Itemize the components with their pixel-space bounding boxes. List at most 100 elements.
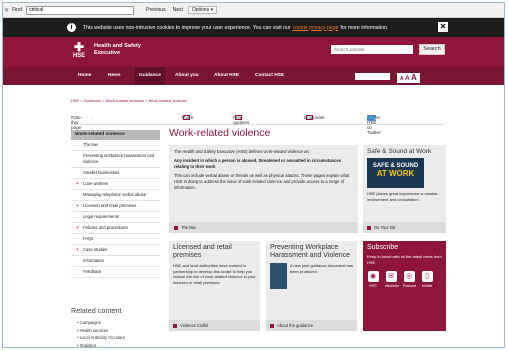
nav-guidance[interactable]: Guidance: [135, 67, 165, 85]
bookmark-icon: [306, 115, 313, 120]
options-label: Options: [191, 7, 210, 13]
rss-icon: [235, 115, 242, 120]
browser-frame: ✕ Find: Previous Next Options ▾ i This w…: [2, 2, 505, 348]
rss-label: RSS: [369, 284, 377, 288]
find-bar: ✕ Find: Previous Next Options ▾: [3, 3, 504, 18]
rss-icon: ◉: [367, 271, 379, 282]
do-your-bit-link[interactable]: Do Your Bit: [363, 222, 446, 233]
the-law-label: The law: [181, 225, 196, 230]
safe-img-line2: AT WORK: [376, 169, 415, 178]
cookie-text: This website uses non-intrusive cookies …: [83, 24, 291, 31]
page-title: Work-related violence: [169, 127, 271, 139]
preventing-box: Preventing Workplace Harassment and Viol…: [266, 241, 357, 331]
main-nav: Home News Guidance About you About HSE C…: [3, 67, 504, 93]
licensed-desc: HSE and local authorities have worked in…: [173, 263, 256, 285]
logo-text: HSE: [72, 53, 86, 59]
mobile-icon: ▯: [421, 271, 433, 282]
rating-stars-icon[interactable]: ☆☆☆☆☆: [71, 115, 94, 121]
find-previous-button[interactable]: Previous: [144, 7, 167, 13]
sidebar-item[interactable]: Feedback: [71, 267, 160, 278]
site-name: Health and Safety Executive: [94, 43, 154, 57]
info-icon: i: [67, 23, 76, 32]
hse-logo[interactable]: ✚ HSE: [71, 41, 87, 62]
twitter-follow-button[interactable]: 🐦 Follow: [367, 115, 386, 122]
related-content-list: CampaignsHealth servicesLocal Authority …: [77, 319, 125, 348]
find-label: Find:: [12, 7, 24, 13]
related-item[interactable]: Statistics: [77, 342, 125, 348]
site-header: ✚ HSE Health and Safety Executive Search: [3, 37, 504, 67]
cookie-tail: for more information.: [340, 24, 389, 31]
related-item[interactable]: Campaigns: [77, 319, 125, 327]
preventing-title: Preventing Workplace Harassment and Viol…: [270, 244, 351, 259]
ebulletin-option[interactable]: ✉ eBulletin: [385, 271, 399, 288]
sidebar: Work-related violence The law Preventing …: [71, 130, 160, 278]
safe-sound-image[interactable]: SAFE & SOUND AT WORK: [367, 158, 424, 188]
rss-option[interactable]: ◉ RSS: [367, 271, 379, 288]
about-guidance-link[interactable]: About the guidance: [266, 320, 357, 331]
site-name-line1: Health and Safety: [94, 43, 141, 49]
sidebar-item[interactable]: Lone workers: [71, 179, 160, 190]
sidebar-item[interactable]: The law: [71, 140, 160, 151]
subscribe-title: Subscribe: [367, 244, 399, 251]
close-cookie-icon[interactable]: ✕: [438, 22, 448, 32]
licensed-title: Licensed and retail premises: [173, 244, 232, 259]
nav-about-hse[interactable]: About HSE: [214, 73, 239, 78]
about-guidance-label: About the guidance: [277, 323, 314, 328]
nav-contact-hse[interactable]: Contact HSE: [255, 73, 284, 78]
arrow-icon: [270, 323, 274, 328]
arrow-icon: [367, 225, 371, 230]
share-icon: [183, 115, 190, 120]
breadcrumb[interactable]: HSE > Guidance > Work-related violence >…: [71, 98, 187, 103]
cookie-privacy-link[interactable]: cookie privacy page: [293, 25, 339, 31]
subscribe-icons: ◉ RSS ✉ eBulletin ◎ Podcast ▯ Mobile: [367, 271, 442, 288]
envelope-icon: ✉: [385, 271, 397, 282]
subscribe-box: Subscribe Keep in touch with all the lat…: [363, 241, 446, 331]
guidance-cover-image[interactable]: [270, 263, 287, 289]
sidebar-item[interactable]: Information: [71, 256, 160, 267]
search-button[interactable]: Search: [419, 44, 445, 55]
nav-news[interactable]: News: [108, 73, 121, 78]
sidebar-item[interactable]: Smaller businesses: [71, 168, 160, 179]
sidebar-item[interactable]: Managing telephone verbal abuse: [71, 190, 160, 201]
related-item[interactable]: Local Authority Circulars: [77, 334, 125, 342]
violence-toolkit-label: Violence toolkit: [180, 323, 209, 328]
twitter-follow-label: Follow: [374, 117, 387, 122]
find-input[interactable]: [26, 5, 135, 15]
find-next-button[interactable]: Next: [171, 7, 185, 13]
podcast-option[interactable]: ◎ Podcast: [403, 271, 416, 288]
mobile-option[interactable]: ▯ Mobile: [421, 271, 433, 288]
the-law-link[interactable]: The law: [169, 222, 358, 233]
page-tools: Rate this page ☆☆☆☆☆ Share Free updates …: [71, 111, 445, 135]
subscribe-desc: Keep in touch with all the latest news f…: [367, 254, 442, 265]
intro-box: The Health and Safety Executive (HSE) de…: [169, 145, 358, 233]
accessibility-link[interactable]: Accessibility: [355, 73, 391, 80]
safe-sound-desc: HSE places great importance on worker in…: [367, 191, 438, 202]
violence-toolkit-link[interactable]: Violence toolkit: [169, 320, 260, 331]
sidebar-item[interactable]: Preventing workplace harassment and viol…: [71, 151, 160, 168]
intro-p1: The Health and Safety Executive (HSE) de…: [174, 149, 310, 154]
sidebar-item[interactable]: Policies and procedures: [71, 223, 160, 234]
sidebar-item[interactable]: FAQs: [71, 234, 160, 245]
sidebar-item[interactable]: Licensed and retail premises: [71, 201, 160, 212]
text-size-control: Text size A A A: [397, 73, 420, 93]
search-input[interactable]: [331, 45, 413, 54]
sidebar-item[interactable]: Case studies: [71, 245, 160, 256]
related-content-title: Related content: [71, 306, 122, 315]
podcast-icon: ◎: [403, 271, 415, 282]
site-name-line2: Executive: [94, 50, 121, 56]
close-find-icon[interactable]: ✕: [3, 7, 10, 14]
preventing-desc: A new joint guidance document has been p…: [290, 263, 353, 274]
text-size-label: Text size: [400, 80, 410, 93]
sidebar-heading[interactable]: Work-related violence: [71, 130, 160, 140]
safe-sound-title: Safe & Sound at Work: [367, 148, 432, 155]
sidebar-list: The law Preventing workplace harassment a…: [71, 140, 160, 278]
licensed-box: Licensed and retail premises HSE and loc…: [169, 241, 260, 331]
mobile-label: Mobile: [421, 284, 433, 288]
nav-about-you[interactable]: About you: [175, 73, 199, 78]
do-your-bit-label: Do Your Bit: [374, 225, 395, 230]
related-item[interactable]: Health services: [77, 327, 125, 335]
intro-definition: Any incident in which a person is abused…: [174, 158, 342, 169]
sidebar-item[interactable]: Legal requirements: [71, 212, 160, 223]
nav-home[interactable]: Home: [78, 73, 91, 78]
find-options-button[interactable]: Options ▾: [187, 6, 217, 14]
